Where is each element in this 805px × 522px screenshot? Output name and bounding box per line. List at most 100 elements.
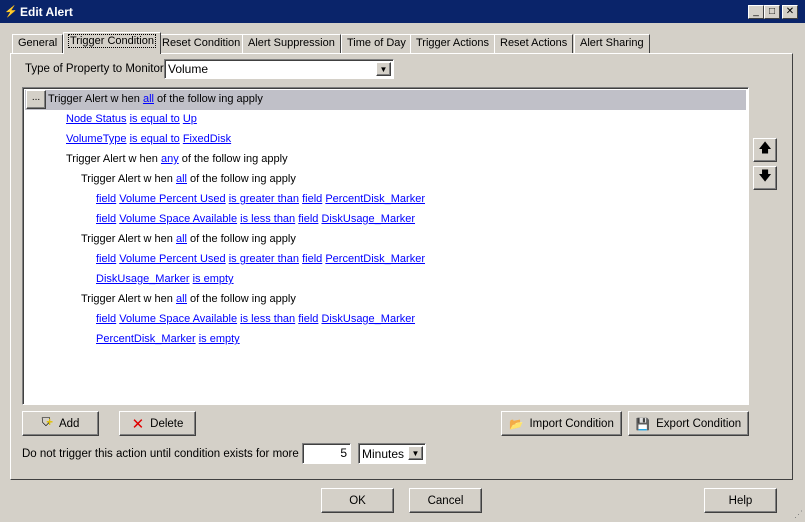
import-condition-button[interactable]: 📂 Import Condition xyxy=(501,411,622,436)
condition-link[interactable]: is greater than xyxy=(229,253,299,265)
condition-row: field Volume Space Available is less tha… xyxy=(96,209,415,229)
condition-link[interactable]: all xyxy=(143,93,154,105)
condition-text: of the follow ing apply xyxy=(186,173,296,185)
condition-link[interactable]: field xyxy=(302,253,322,265)
condition-link[interactable]: DiskUsage_Marker xyxy=(321,213,415,225)
tab-label: Alert Suppression xyxy=(248,37,335,49)
condition-link[interactable]: all xyxy=(176,173,187,185)
tab-reset-actions[interactable]: Reset Actions xyxy=(494,34,574,53)
tab-label: Trigger Actions xyxy=(416,37,489,49)
title-bar: ⚡ Edit Alert xyxy=(0,0,805,23)
condition-text: Trigger Alert w hen xyxy=(66,153,161,165)
tab-reset-condition[interactable]: Reset Condition xyxy=(156,34,247,53)
cancel-button[interactable]: Cancel xyxy=(409,488,482,513)
delay-label: Do not trigger this action until conditi… xyxy=(22,448,325,460)
delete-x-icon: ✕ xyxy=(131,415,145,433)
chevron-down-icon[interactable]: ▼ xyxy=(408,446,423,460)
condition-link[interactable]: field xyxy=(298,313,318,325)
condition-link[interactable]: is greater than xyxy=(229,193,299,205)
move-down-button[interactable]: 🡇 xyxy=(753,166,777,190)
condition-link[interactable]: Volume Space Available xyxy=(119,313,237,325)
condition-text: of the follow ing apply xyxy=(186,293,296,305)
condition-row: Trigger Alert w hen all of the follow in… xyxy=(81,289,296,309)
property-label: Type of Property to Monitor: xyxy=(25,63,167,75)
tab-trigger-condition[interactable]: Trigger Condition xyxy=(63,32,161,54)
condition-link[interactable]: is less than xyxy=(240,313,295,325)
condition-link[interactable]: any xyxy=(161,153,179,165)
tab-alert-suppression[interactable]: Alert Suppression xyxy=(242,34,341,53)
condition-row: field Volume Space Available is less tha… xyxy=(96,309,415,329)
chevron-down-icon[interactable]: ▼ xyxy=(376,62,391,76)
condition-link[interactable]: is empty xyxy=(193,273,234,285)
condition-link[interactable]: PercentDisk_Marker xyxy=(325,193,425,205)
condition-link[interactable]: field xyxy=(302,193,322,205)
tab-label: Reset Condition xyxy=(162,37,241,49)
delay-unit-value: Minutes xyxy=(362,446,405,461)
tab-trigger-actions[interactable]: Trigger Actions xyxy=(410,34,495,53)
condition-text: of the follow ing apply xyxy=(178,153,288,165)
delay-unit-select[interactable]: Minutes ▼ xyxy=(358,443,426,464)
condition-link[interactable]: field xyxy=(96,193,116,205)
condition-link[interactable]: Volume Percent Used xyxy=(119,253,225,265)
close-button[interactable]: ✕ xyxy=(782,5,798,19)
ok-button[interactable]: OK xyxy=(321,488,394,513)
property-select[interactable]: Volume ▼ xyxy=(164,59,394,79)
condition-link[interactable]: is empty xyxy=(199,333,240,345)
tab-label: Alert Sharing xyxy=(580,37,644,49)
move-up-button[interactable]: 🡅 xyxy=(753,138,777,162)
condition-row: DiskUsage_Marker is empty xyxy=(96,269,234,289)
condition-link[interactable]: Node Status xyxy=(66,113,127,125)
condition-link[interactable]: all xyxy=(176,293,187,305)
condition-link[interactable]: is equal to xyxy=(130,133,180,145)
tab-time-of-day[interactable]: Time of Day xyxy=(341,34,412,53)
condition-text: of the follow ing apply xyxy=(186,233,296,245)
tab-label: Time of Day xyxy=(347,37,406,49)
condition-link[interactable]: is less than xyxy=(240,213,295,225)
row-menu-button[interactable]: ... xyxy=(26,90,46,109)
condition-link[interactable]: DiskUsage_Marker xyxy=(96,273,190,285)
condition-link[interactable]: Volume Space Available xyxy=(119,213,237,225)
condition-row: field Volume Percent Used is greater tha… xyxy=(96,189,425,209)
tab-general[interactable]: General xyxy=(12,34,64,53)
open-folder-icon: 📂 xyxy=(509,418,524,431)
condition-link[interactable]: is equal to xyxy=(130,113,180,125)
condition-text: Trigger Alert w hen xyxy=(81,233,176,245)
tab-label: Reset Actions xyxy=(500,37,568,49)
tab-label: General xyxy=(18,37,58,49)
window-title: Edit Alert xyxy=(20,4,73,19)
condition-link[interactable]: Volume Percent Used xyxy=(119,193,225,205)
export-condition-button[interactable]: 💾 Export Condition xyxy=(628,411,749,436)
condition-link[interactable]: field xyxy=(96,313,116,325)
condition-link[interactable]: PercentDisk_Marker xyxy=(325,253,425,265)
condition-row: PercentDisk_Marker is empty xyxy=(96,329,240,349)
condition-row: field Volume Percent Used is greater tha… xyxy=(96,249,425,269)
help-button[interactable]: Help xyxy=(704,488,777,513)
condition-tree: ... Trigger Alert w hen all of the follo… xyxy=(22,87,749,405)
condition-text: Trigger Alert w hen xyxy=(81,293,176,305)
condition-link[interactable]: DiskUsage_Marker xyxy=(321,313,415,325)
delay-value-input[interactable]: 5 xyxy=(302,443,351,464)
condition-link[interactable]: field xyxy=(96,213,116,225)
condition-link[interactable]: FixedDisk xyxy=(183,133,231,145)
resize-grip-icon[interactable]: ⋰ xyxy=(794,509,803,520)
condition-link[interactable]: VolumeType xyxy=(66,133,127,145)
condition-link[interactable]: field xyxy=(298,213,318,225)
add-label: Add xyxy=(58,417,80,430)
condition-link[interactable]: all xyxy=(176,233,187,245)
condition-link[interactable]: PercentDisk_Marker xyxy=(96,333,196,345)
condition-row: Node Status is equal to Up xyxy=(66,109,197,129)
condition-text: Trigger Alert w hen xyxy=(81,173,176,185)
condition-text: of the follow ing apply xyxy=(153,93,263,105)
condition-link[interactable]: Up xyxy=(183,113,197,125)
condition-link[interactable]: field xyxy=(96,253,116,265)
condition-row: VolumeType is equal to FixedDisk xyxy=(66,129,231,149)
minimize-button[interactable]: _ xyxy=(748,5,764,19)
delete-label: Delete xyxy=(150,417,184,430)
condition-row: Trigger Alert w hen all of the follow in… xyxy=(48,89,263,109)
property-value: Volume xyxy=(168,62,209,76)
add-button[interactable]: ⛉+ Add xyxy=(22,411,99,436)
delete-button[interactable]: ✕ Delete xyxy=(119,411,196,436)
tab-alert-sharing[interactable]: Alert Sharing xyxy=(574,34,650,53)
maximize-button[interactable]: □ xyxy=(764,5,780,19)
alert-icon: ⚡ xyxy=(4,6,18,18)
